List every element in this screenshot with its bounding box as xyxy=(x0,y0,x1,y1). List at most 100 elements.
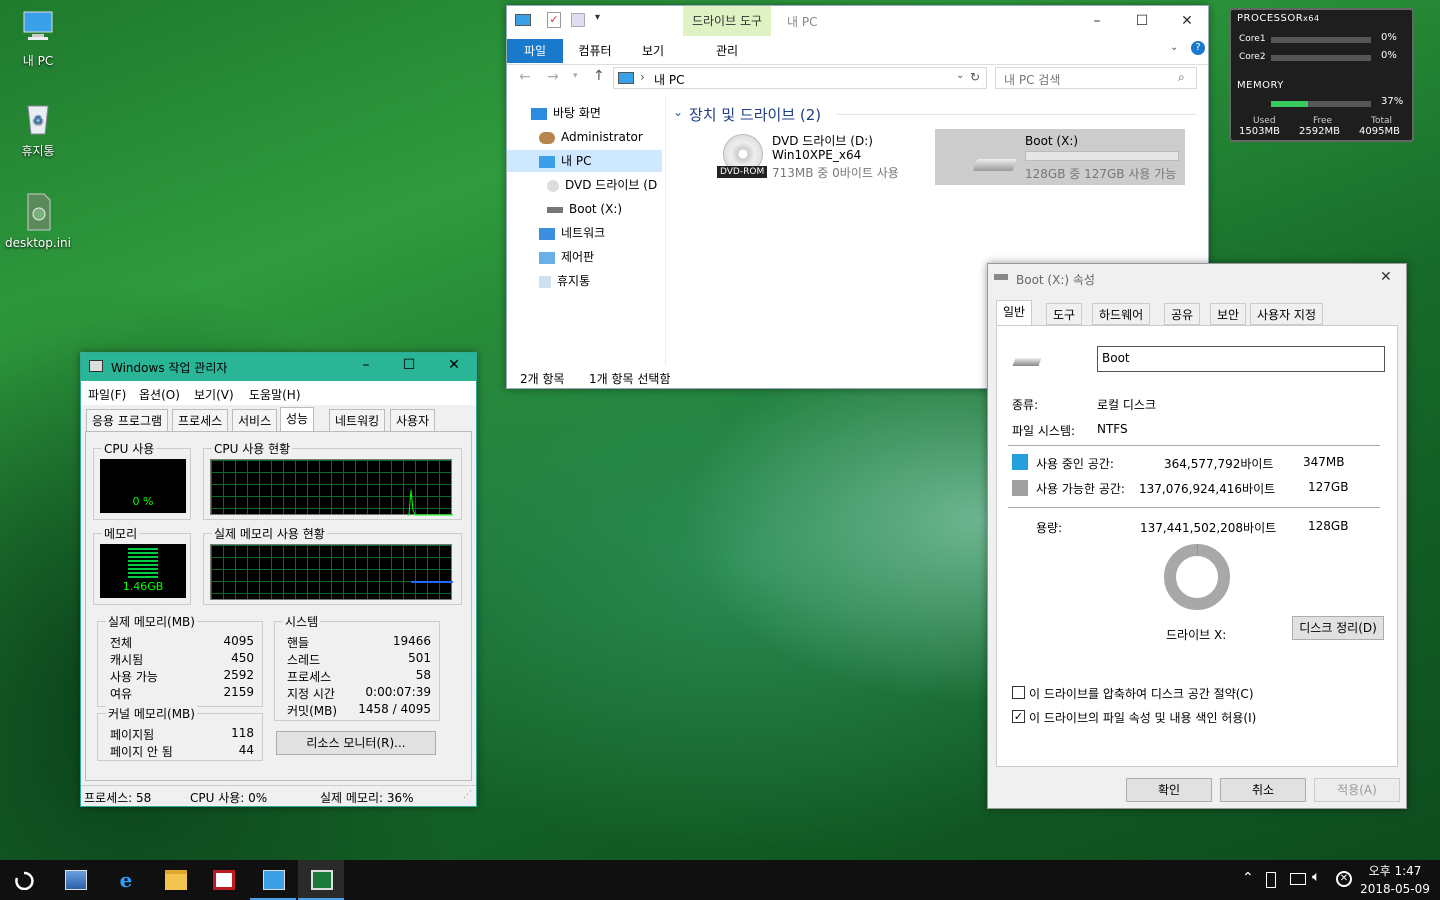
start-button[interactable] xyxy=(0,860,46,900)
forward-icon[interactable]: → xyxy=(547,69,559,85)
collapse-chevron-icon[interactable]: ⌄ xyxy=(673,105,683,119)
close-button[interactable]: ✕ xyxy=(1380,269,1392,285)
tab-computer[interactable]: 컴퓨터 xyxy=(567,39,623,63)
ribbon-expand-icon[interactable]: ⌄ xyxy=(1170,42,1178,53)
nav-item-control-panel[interactable]: 제어판 xyxy=(507,246,662,268)
stat-value: 58 xyxy=(415,668,431,682)
back-icon[interactable]: ← xyxy=(519,69,531,85)
tab-file[interactable]: 파일 xyxy=(507,39,563,63)
menu-file[interactable]: 파일(F) xyxy=(88,386,126,403)
monitor-icon[interactable] xyxy=(515,14,531,26)
taskbar-app-system[interactable] xyxy=(52,860,98,900)
taskbar-app-explorer[interactable] xyxy=(152,860,198,900)
show-hidden-icons-icon[interactable]: ⌃ xyxy=(1242,870,1254,886)
cancel-circle-icon[interactable]: ✕ xyxy=(1336,871,1352,887)
start-icon xyxy=(15,871,34,890)
stat-row: 핸들 19466 xyxy=(287,634,431,651)
menu-view[interactable]: 보기(V) xyxy=(194,386,234,403)
group-title: CPU 사용 현황 xyxy=(212,440,293,457)
properties-icon[interactable]: ✓ xyxy=(547,12,561,28)
minimize-button[interactable]: – xyxy=(351,357,381,373)
tab-services[interactable]: 서비스 xyxy=(232,409,278,431)
system-group: 시스템 핸들 19466 스레드 501 프로세스 58 지정 시간 0:00:07:3… xyxy=(274,613,440,721)
taskbar-app-task-manager[interactable] xyxy=(298,860,344,900)
desktop-icon-recycle-bin[interactable]: ♻ 휴지통 xyxy=(0,98,76,159)
ribbon-divider xyxy=(507,64,1208,65)
tab-performance[interactable]: 성능 xyxy=(280,407,315,431)
desktop-icon-desktop-ini[interactable]: desktop.ini xyxy=(0,192,76,250)
close-button[interactable]: ✕ xyxy=(439,357,469,373)
address-dropdown-icon[interactable]: ⌄ xyxy=(956,70,964,81)
ok-button[interactable]: 확인 xyxy=(1126,778,1212,802)
tab-general[interactable]: 일반 xyxy=(996,300,1033,326)
minimize-button[interactable]: – xyxy=(1074,6,1120,36)
app-icon xyxy=(213,870,235,890)
taskbar-app-this-pc[interactable] xyxy=(250,860,296,900)
nav-item-administrator[interactable]: Administrator xyxy=(507,126,662,148)
tab-sharing[interactable]: 공유 xyxy=(1164,303,1201,325)
new-folder-icon[interactable] xyxy=(571,13,585,27)
tab-security[interactable]: 보안 xyxy=(1210,303,1247,325)
nav-item-network[interactable]: 네트워크 xyxy=(507,222,662,244)
apply-button[interactable]: 적용(A) xyxy=(1314,778,1400,802)
breadcrumb[interactable]: 내 PC xyxy=(654,71,684,88)
up-icon[interactable]: ↑ xyxy=(593,68,605,84)
stat-value: 0:00:07:39 xyxy=(365,685,431,699)
chevron-down-icon[interactable]: ▾ xyxy=(595,12,600,23)
volume-name-input[interactable]: Boot xyxy=(1097,346,1385,372)
help-icon[interactable]: ? xyxy=(1191,41,1205,55)
search-input[interactable]: 내 PC 검색 ⌕ xyxy=(995,67,1197,89)
nav-item-label: Boot (X:) xyxy=(569,202,623,216)
volume-icon[interactable]: 🔈︎ xyxy=(1312,869,1320,885)
maximize-button[interactable]: ☐ xyxy=(1119,6,1165,36)
index-label[interactable]: 이 드라이브의 파일 속성 및 내용 색인 허용(I) xyxy=(1029,709,1256,726)
refresh-icon[interactable]: ↻ xyxy=(970,70,980,84)
tab-view[interactable]: 보기 xyxy=(625,39,681,63)
group-title: 커널 메모리(MB) xyxy=(106,705,197,722)
tab-networking[interactable]: 네트워킹 xyxy=(329,409,386,431)
recent-chevron-icon[interactable]: ▾ xyxy=(573,71,578,81)
context-tab-header[interactable]: 드라이브 도구 xyxy=(683,6,771,36)
resource-monitor-button[interactable]: 리소스 모니터(R)... xyxy=(276,731,436,755)
compress-checkbox[interactable] xyxy=(1012,686,1025,699)
nav-item-boot[interactable]: Boot (X:) xyxy=(507,198,662,220)
tab-customize[interactable]: 사용자 지정 xyxy=(1250,303,1324,325)
maximize-button[interactable]: ☐ xyxy=(394,357,424,373)
core2-label: Core2 xyxy=(1239,52,1266,62)
network-icon[interactable] xyxy=(1290,873,1306,885)
clock[interactable]: 오후 1:47 2018-05-09 xyxy=(1356,862,1434,898)
resize-grip-icon[interactable]: ⋰ xyxy=(463,790,472,800)
tab-manage[interactable]: 관리 xyxy=(683,39,771,63)
close-button[interactable]: ✕ xyxy=(1164,6,1210,36)
cancel-button[interactable]: 취소 xyxy=(1220,778,1306,802)
nav-item-this-pc[interactable]: 내 PC xyxy=(507,150,662,172)
taskbar-app-ie[interactable]: e xyxy=(102,860,148,900)
stat-value: 2159 xyxy=(223,685,254,699)
battery-icon[interactable] xyxy=(1266,872,1276,888)
stat-row: 커밋(MB) 1458 / 4095 xyxy=(287,702,431,719)
drive-tile-boot[interactable]: Boot (X:) 128GB 중 127GB 사용 가능 xyxy=(935,129,1185,185)
tab-applications[interactable]: 응용 프로그램 xyxy=(86,409,169,431)
group-header[interactable]: 장치 및 드라이브 (2) xyxy=(689,104,821,125)
nav-item-recycle-bin[interactable]: 휴지통 xyxy=(507,270,662,292)
tab-processes[interactable]: 프로세스 xyxy=(172,409,229,431)
tab-users[interactable]: 사용자 xyxy=(390,409,436,431)
free-space-short: 127GB xyxy=(1308,480,1349,494)
drive-tile-dvd[interactable]: DVD-ROM DVD 드라이브 (D:) Win10XPE_x64 713MB… xyxy=(715,130,925,186)
tab-tools[interactable]: 도구 xyxy=(1046,303,1083,325)
disk-cleanup-button[interactable]: 디스크 정리(D) xyxy=(1292,616,1384,640)
desktop-icon-this-pc[interactable]: 내 PC xyxy=(0,8,76,69)
core1-label: Core1 xyxy=(1239,34,1266,44)
tab-hardware[interactable]: 하드웨어 xyxy=(1092,303,1151,325)
nav-item-dvd[interactable]: DVD 드라이브 (D xyxy=(507,174,662,196)
address-bar[interactable]: › 내 PC ⌄ ↻ xyxy=(613,67,987,89)
taskbar-app-red[interactable] xyxy=(200,860,246,900)
memory-history-group: 실제 메모리 사용 현황 xyxy=(203,525,462,605)
menu-options[interactable]: 옵션(O) xyxy=(139,386,180,403)
cpu-history-line xyxy=(407,489,453,516)
computer-management-icon xyxy=(65,870,87,890)
nav-item-desktop[interactable]: 바탕 화면 xyxy=(507,102,662,124)
compress-label[interactable]: 이 드라이브를 압축하여 디스크 공간 절약(C) xyxy=(1029,685,1254,702)
index-checkbox[interactable]: ✓ xyxy=(1012,710,1025,723)
menu-help[interactable]: 도움말(H) xyxy=(249,386,301,403)
